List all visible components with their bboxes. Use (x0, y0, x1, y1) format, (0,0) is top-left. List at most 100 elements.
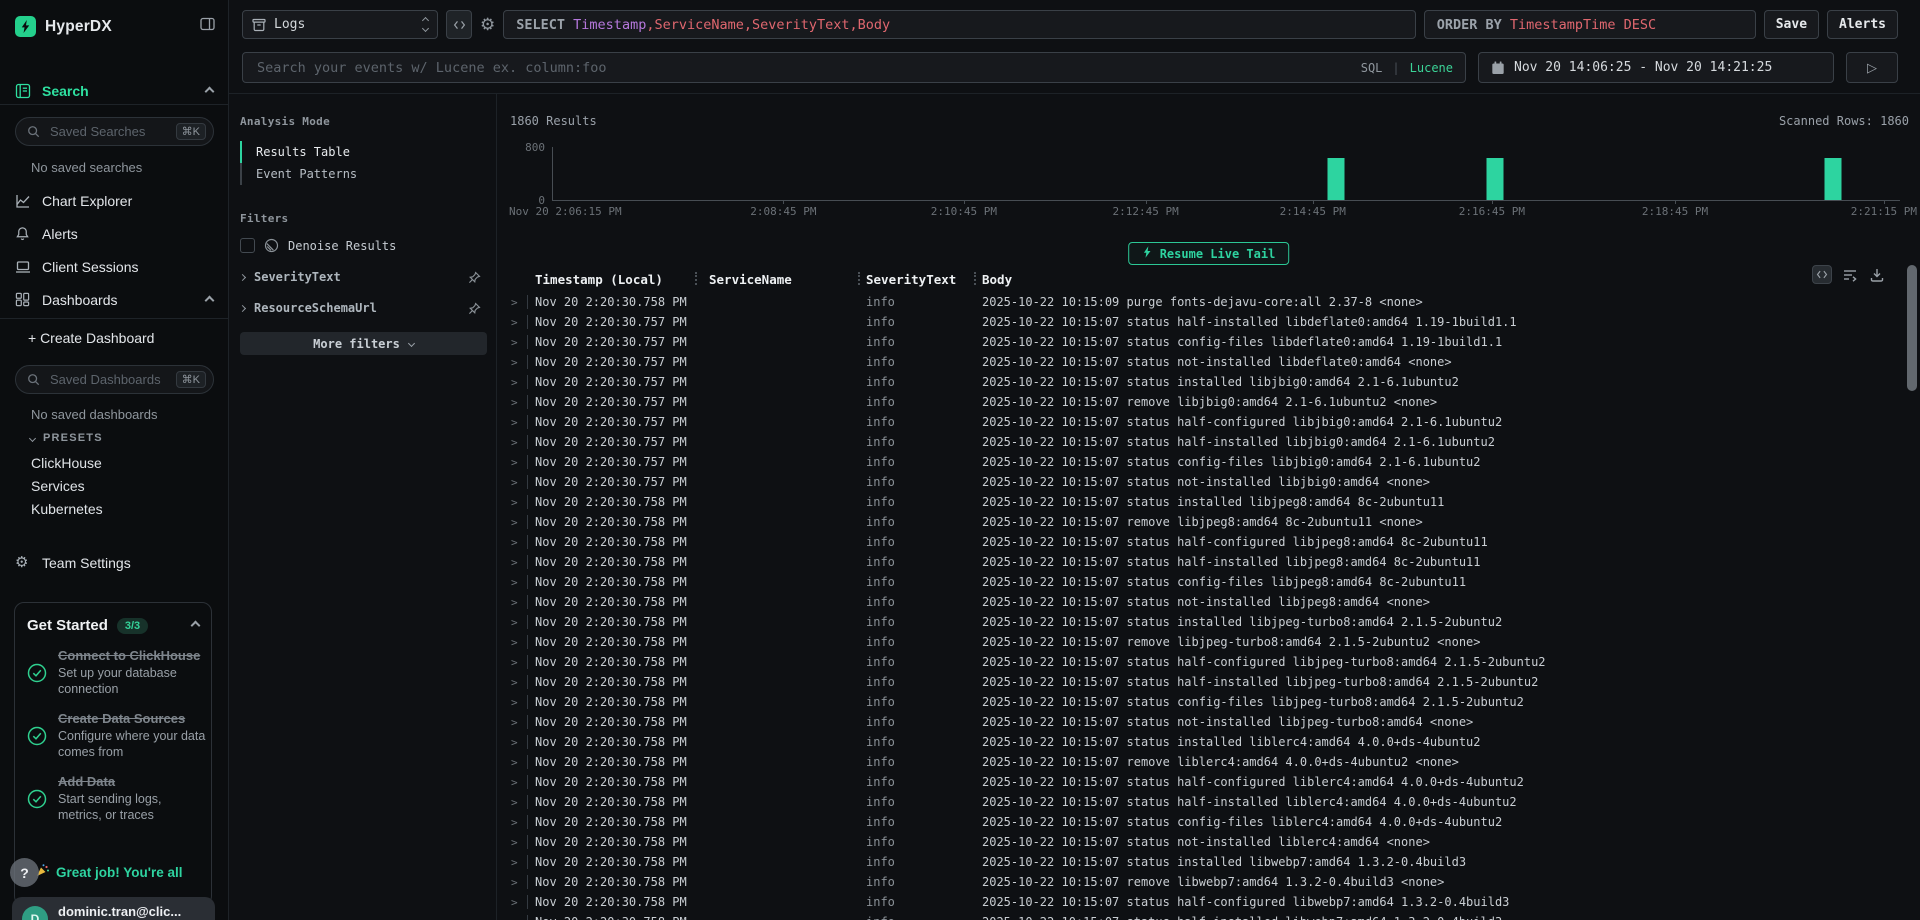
save-button[interactable]: Save (1764, 10, 1819, 39)
select-clause-input[interactable]: SELECT Timestamp,ServiceName,SeverityTex… (503, 10, 1415, 39)
run-query-button[interactable]: ▷ (1846, 52, 1898, 83)
denoise-checkbox[interactable] (240, 238, 255, 253)
row-expand-chevron[interactable]: > (497, 376, 527, 389)
row-expand-chevron[interactable]: > (497, 836, 527, 849)
download-icon[interactable] (1868, 266, 1886, 284)
row-expand-chevron[interactable]: > (497, 696, 527, 709)
step-add-data[interactable]: Add Data Start sending logs, metrics, or… (27, 774, 199, 824)
sidebar-preset-kubernetes[interactable]: Kubernetes (31, 501, 103, 517)
table-row[interactable]: > Nov 20 2:20:30.757 PM info 2025-10-22 … (497, 332, 1920, 352)
row-expand-chevron[interactable]: > (497, 736, 527, 749)
table-row[interactable]: > Nov 20 2:20:30.758 PM info 2025-10-22 … (497, 772, 1920, 792)
column-header-timestamp[interactable]: Timestamp (Local) (527, 268, 695, 290)
event-search-input[interactable]: SQL | Lucene (242, 52, 1466, 83)
search-field[interactable] (255, 59, 1351, 77)
denoise-results-option[interactable]: Denoise Results (240, 238, 487, 253)
row-expand-chevron[interactable]: > (497, 536, 527, 549)
row-expand-chevron[interactable]: > (497, 356, 527, 369)
sidebar-preset-services[interactable]: Services (31, 478, 85, 494)
row-expand-chevron[interactable]: > (497, 776, 527, 789)
sidebar-item-team-settings[interactable]: ⚙ Team Settings (15, 550, 213, 576)
saved-dashboards-field[interactable] (48, 371, 168, 388)
sidebar-item-dashboards[interactable]: Dashboards (15, 287, 213, 313)
alerts-button[interactable]: Alerts (1827, 10, 1898, 39)
row-expand-chevron[interactable]: > (497, 516, 527, 529)
code-view-button[interactable] (446, 10, 472, 39)
row-expand-chevron[interactable]: > (497, 796, 527, 809)
saved-dashboards-input[interactable]: ⌘K (15, 365, 214, 394)
row-expand-chevron[interactable]: > (497, 456, 527, 469)
row-expand-chevron[interactable]: > (497, 856, 527, 869)
table-row[interactable]: > Nov 20 2:20:30.757 PM info 2025-10-22 … (497, 412, 1920, 432)
sidebar-item-chart-explorer[interactable]: Chart Explorer (15, 188, 213, 214)
presets-section-toggle[interactable]: PRESETS (30, 432, 103, 444)
table-row[interactable]: > Nov 20 2:20:30.757 PM info 2025-10-22 … (497, 472, 1920, 492)
row-expand-chevron[interactable]: > (497, 716, 527, 729)
histogram-bar[interactable] (1486, 158, 1503, 200)
table-row[interactable]: > Nov 20 2:20:30.758 PM info 2025-10-22 … (497, 572, 1920, 592)
row-expand-chevron[interactable]: > (497, 676, 527, 689)
source-select[interactable]: Logs (242, 10, 438, 39)
row-expand-chevron[interactable]: > (497, 476, 527, 489)
row-expand-chevron[interactable]: > (497, 596, 527, 609)
table-row[interactable]: > Nov 20 2:20:30.757 PM info 2025-10-22 … (497, 312, 1920, 332)
sidebar-preset-clickhouse[interactable]: ClickHouse (31, 455, 102, 471)
get-started-header[interactable]: Get Started 3/3 (27, 617, 199, 634)
row-expand-chevron[interactable]: > (497, 916, 527, 920)
help-button[interactable]: ? (10, 858, 39, 887)
chevron-up-icon[interactable] (205, 295, 215, 305)
row-expand-chevron[interactable]: > (497, 316, 527, 329)
row-expand-chevron[interactable]: > (497, 636, 527, 649)
table-row[interactable]: > Nov 20 2:20:30.758 PM info 2025-10-22 … (497, 812, 1920, 832)
create-dashboard-button[interactable]: + Create Dashboard (28, 330, 154, 346)
sql-language-toggle[interactable]: SQL (1361, 61, 1383, 75)
resume-live-tail-button[interactable]: Resume Live Tail (1128, 242, 1290, 265)
order-by-input[interactable]: ORDER BY TimestampTime DESC (1424, 10, 1756, 39)
mode-results-table[interactable]: Results Table (240, 141, 487, 163)
table-row[interactable]: > Nov 20 2:20:30.758 PM info 2025-10-22 … (497, 732, 1920, 752)
table-row[interactable]: > Nov 20 2:20:30.758 PM info 2025-10-22 … (497, 852, 1920, 872)
saved-searches-field[interactable] (48, 123, 168, 140)
table-row[interactable]: > Nov 20 2:20:30.758 PM info 2025-10-22 … (497, 912, 1920, 920)
table-row[interactable]: > Nov 20 2:20:30.758 PM info 2025-10-22 … (497, 492, 1920, 512)
row-expand-chevron[interactable]: > (497, 876, 527, 889)
table-row[interactable]: > Nov 20 2:20:30.758 PM info 2025-10-22 … (497, 512, 1920, 532)
row-expand-chevron[interactable]: > (497, 616, 527, 629)
row-expand-chevron[interactable]: > (497, 396, 527, 409)
saved-searches-input[interactable]: ⌘K (15, 117, 214, 146)
table-row[interactable]: > Nov 20 2:20:30.757 PM info 2025-10-22 … (497, 372, 1920, 392)
pin-icon[interactable] (468, 302, 481, 315)
table-row[interactable]: > Nov 20 2:20:30.758 PM info 2025-10-22 … (497, 532, 1920, 552)
histogram-bar[interactable] (1824, 158, 1841, 200)
column-header-servicename[interactable]: ServiceName (695, 268, 858, 290)
table-row[interactable]: > Nov 20 2:20:30.757 PM info 2025-10-22 … (497, 352, 1920, 372)
chevron-up-icon[interactable] (205, 86, 215, 96)
table-row[interactable]: > Nov 20 2:20:30.758 PM info 2025-10-22 … (497, 632, 1920, 652)
sidebar-item-alerts[interactable]: Alerts (15, 221, 213, 247)
table-row[interactable]: > Nov 20 2:20:30.757 PM info 2025-10-22 … (497, 432, 1920, 452)
row-expand-chevron[interactable]: > (497, 336, 527, 349)
row-expand-chevron[interactable]: > (497, 816, 527, 829)
table-row[interactable]: > Nov 20 2:20:30.758 PM info 2025-10-22 … (497, 592, 1920, 612)
table-row[interactable]: > Nov 20 2:20:30.758 PM info 2025-10-22 … (497, 692, 1920, 712)
row-expand-chevron[interactable]: > (497, 756, 527, 769)
table-row[interactable]: > Nov 20 2:20:30.758 PM info 2025-10-22 … (497, 832, 1920, 852)
step-create-data-sources[interactable]: Create Data Sources Configure where your… (27, 711, 199, 761)
table-row[interactable]: > Nov 20 2:20:30.758 PM info 2025-10-22 … (497, 292, 1920, 312)
lucene-language-toggle[interactable]: Lucene (1410, 61, 1453, 75)
wrap-lines-icon[interactable] (1841, 266, 1859, 284)
table-row[interactable]: > Nov 20 2:20:30.758 PM info 2025-10-22 … (497, 552, 1920, 572)
source-settings-gear-icon[interactable]: ⚙ (480, 10, 495, 39)
collapse-sidebar-icon[interactable] (199, 16, 216, 37)
results-histogram[interactable]: 800 0 Nov 20 2:06:15 PM2:08:45 PM2:10:45… (552, 147, 1900, 201)
row-expand-chevron[interactable]: > (497, 496, 527, 509)
row-expand-chevron[interactable]: > (497, 436, 527, 449)
table-row[interactable]: > Nov 20 2:20:30.758 PM info 2025-10-22 … (497, 752, 1920, 772)
step-connect-clickhouse[interactable]: Connect to ClickHouse Set up your databa… (27, 648, 199, 698)
table-row[interactable]: > Nov 20 2:20:30.757 PM info 2025-10-22 … (497, 452, 1920, 472)
column-config-code-icon[interactable] (1812, 265, 1832, 284)
table-row[interactable]: > Nov 20 2:20:30.758 PM info 2025-10-22 … (497, 612, 1920, 632)
time-range-picker[interactable]: Nov 20 14:06:25 - Nov 20 14:21:25 (1478, 52, 1834, 83)
sidebar-item-search[interactable]: Search (15, 78, 213, 104)
column-header-body[interactable]: Body (974, 268, 1906, 290)
